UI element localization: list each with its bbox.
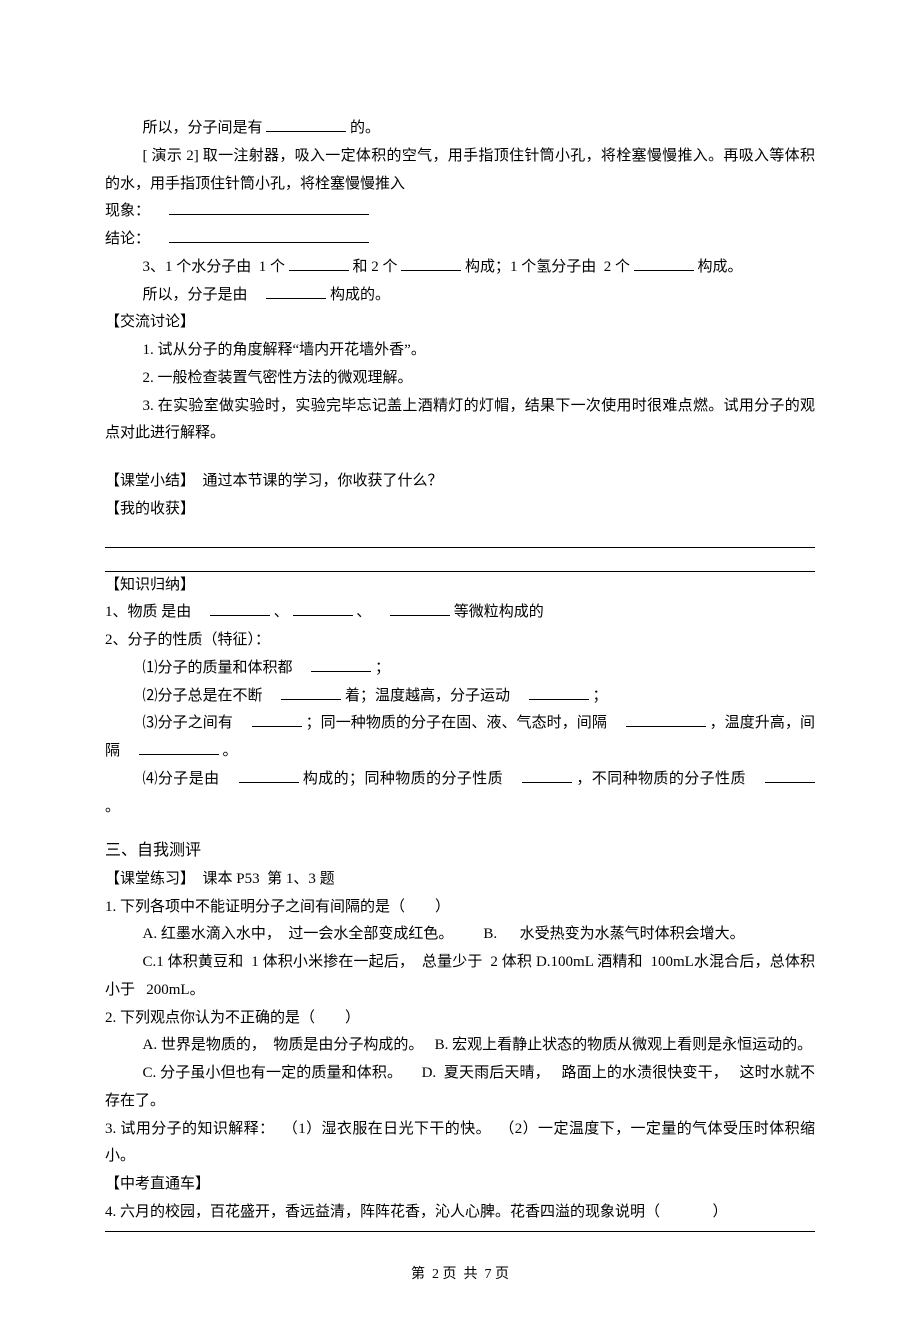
question-4: 4. 六月的校园，百花盛开，香远益清，阵阵花香，沁人心脾。花香四溢的现象说明（ … <box>105 1199 815 1227</box>
knowledge-2-2: ⑵分子总是在不断 着；温度越高，分子运动 ； <box>105 683 815 711</box>
blank <box>529 699 589 700</box>
blank <box>210 615 270 616</box>
heading-exam-express: 【中考直通车】 <box>105 1171 815 1199</box>
discuss-1: 1. 试从分子的角度解释“墙内开花墙外香”。 <box>105 337 815 365</box>
blank <box>390 615 450 616</box>
heading-class-exercise: 【课堂练习】 课本 P53 第 1、3 题 <box>105 866 815 894</box>
knowledge-2-3: ⑶分子之间有 ；同一种物质的分子在固、液、气态时，间隔 ，温度升高，间隔 。 <box>105 710 815 766</box>
line-molecule-gap: 所以，分子间是有 的。 <box>105 115 815 143</box>
blank <box>293 615 353 616</box>
blank <box>522 782 572 783</box>
heading-summary: 【课堂小结】 通过本节课的学习，你收获了什么？ <box>105 468 815 496</box>
blank <box>266 131 346 132</box>
blank <box>252 726 302 727</box>
blank <box>266 298 326 299</box>
heading-knowledge: 【知识归纳】 <box>105 572 815 600</box>
discuss-2: 2. 一般检查装置气密性方法的微观理解。 <box>105 365 815 393</box>
page-footer: 第 2 页 共 7 页 <box>105 1262 815 1288</box>
blank <box>634 270 694 271</box>
question-3: 3. 试用分子的知识解释： （1）湿衣服在日光下干的快。 （2）一定温度下，一定… <box>105 1116 815 1172</box>
heading-self-test: 三、自我测评 <box>105 836 815 866</box>
molecule-composition: 3、1 个水分子由 1 个 和 2 个 构成；1 个氢分子由 2 个 构成。 <box>105 254 815 282</box>
molecule-made-of: 所以，分子是由 构成的。 <box>105 282 815 310</box>
blank <box>289 270 349 271</box>
blank <box>281 699 341 700</box>
blank <box>626 726 706 727</box>
knowledge-1: 1、物质 是由 、 、 等微粒构成的 <box>105 599 815 627</box>
question-2: 2. 下列观点你认为不正确的是（ ） <box>105 1005 815 1033</box>
heading-discuss: 【交流讨论】 <box>105 309 815 337</box>
blank <box>239 782 299 783</box>
question-2-options-ab: A. 世界是物质的， 物质是由分子构成的。 B. 宏观上看静止状态的物质从微观上… <box>105 1032 815 1060</box>
blank <box>139 754 219 755</box>
blank <box>401 270 461 271</box>
bottom-rule <box>105 1231 815 1232</box>
heading-my-gain: 【我的收获】 <box>105 496 815 524</box>
conclusion-line: 结论： <box>105 226 815 254</box>
blank <box>169 242 369 243</box>
knowledge-2-1: ⑴分子的质量和体积都 ； <box>105 655 815 683</box>
question-1: 1. 下列各项中不能证明分子之间有间隔的是（ ） <box>105 894 815 922</box>
phenomenon-line: 现象： <box>105 198 815 226</box>
question-1-options-cd: C.1 体积黄豆和 1 体积小米掺在一起后， 总量少于 2 体积 D.100mL… <box>105 949 815 1005</box>
blank <box>169 214 369 215</box>
knowledge-2-4: ⑷分子是由 构成的；同种物质的分子性质 ，不同种物质的分子性质 。 <box>105 766 815 822</box>
blank <box>765 782 815 783</box>
discuss-3: 3. 在实验室做实验时，实验完毕忘记盖上酒精灯的灯帽，结果下一次使用时很难点燃。… <box>105 393 815 449</box>
blank <box>311 671 371 672</box>
writing-line <box>105 524 815 548</box>
question-1-options-ab: A. 红墨水滴入水中， 过一会水全部变成红色。 B. 水受热变为水蒸气时体积会增… <box>105 921 815 949</box>
knowledge-2: 2、分子的性质（特征）： <box>105 627 815 655</box>
writing-line <box>105 548 815 572</box>
question-2-options-cd: C. 分子虽小但也有一定的质量和体积。 D. 夏天雨后天晴， 路面上的水渍很快变… <box>105 1060 815 1116</box>
demo2-text: [ 演示 2] 取一注射器，吸入一定体积的空气，用手指顶住针筒小孔，将栓塞慢慢推… <box>105 143 815 199</box>
